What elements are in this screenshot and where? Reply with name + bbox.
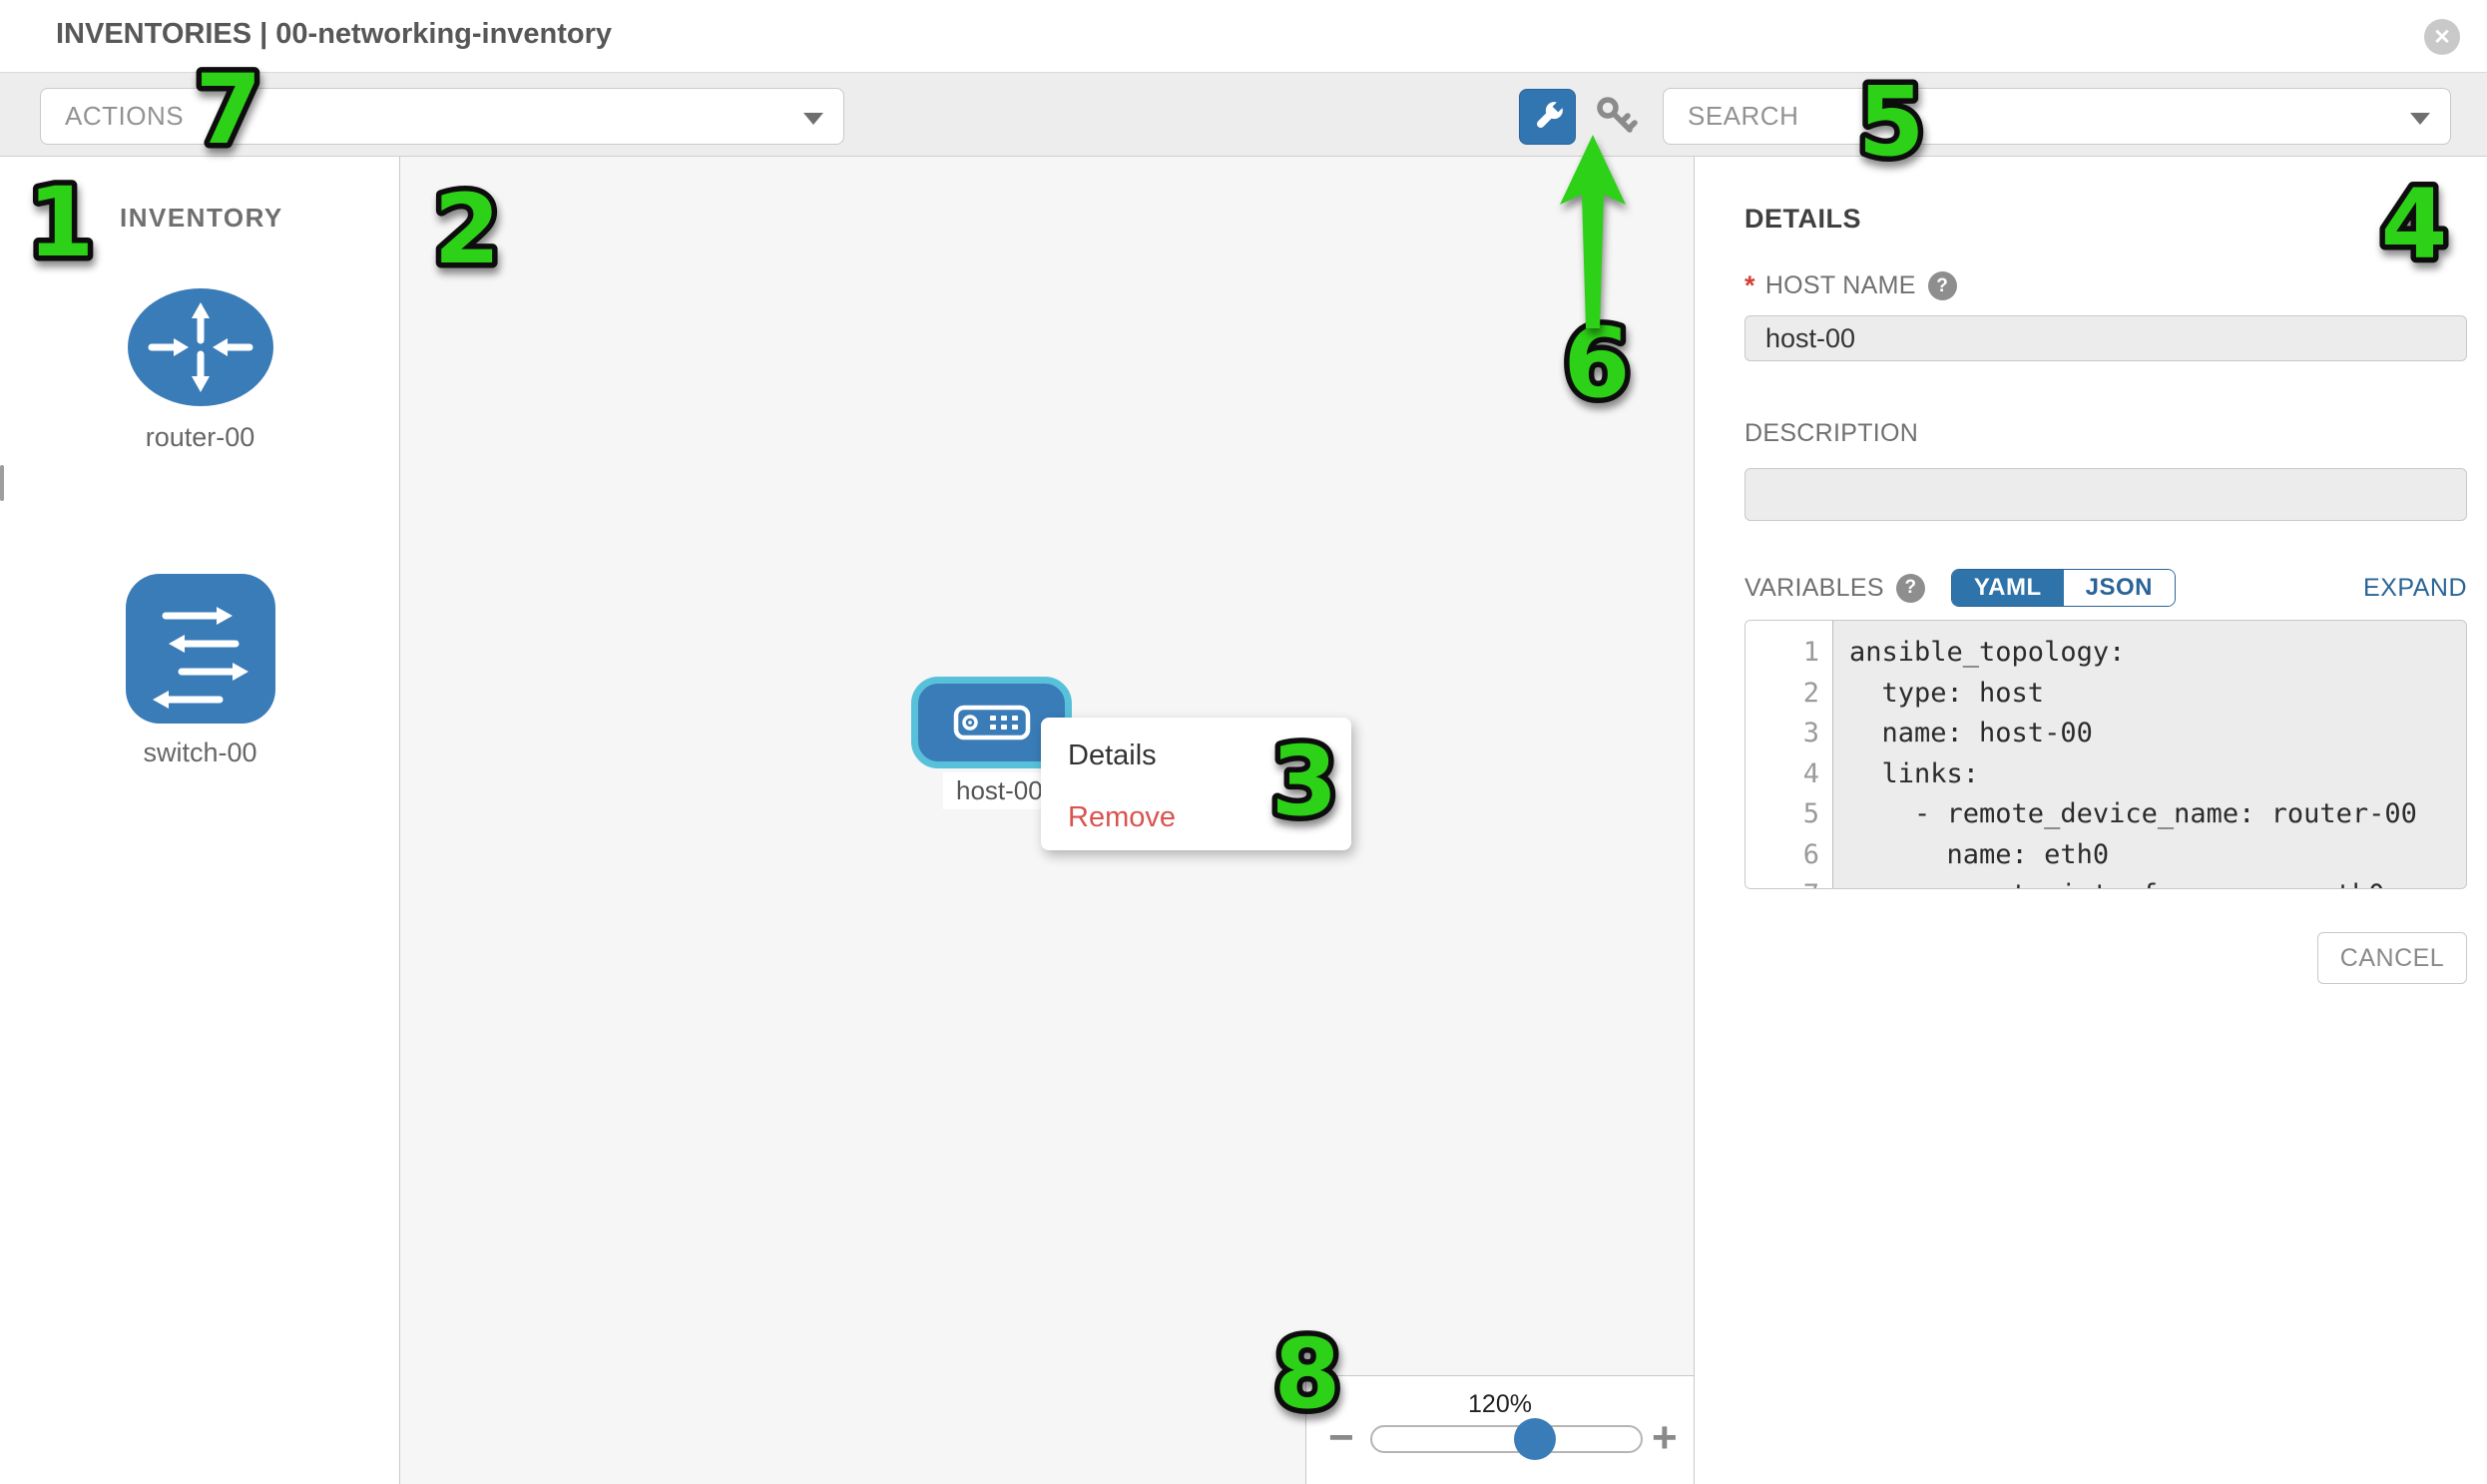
credentials-key-button[interactable] [1591, 93, 1641, 141]
variables-label: VARIABLES [1744, 574, 1884, 603]
line-number: 3 [1745, 714, 1832, 754]
host-node-label: host-00 [943, 772, 1056, 809]
description-label: DESCRIPTION [1744, 419, 1918, 448]
actions-dropdown[interactable]: ACTIONS [40, 88, 844, 145]
zoom-level-value: 120% [1306, 1390, 1694, 1419]
editor-line-numbers: 1 2 3 4 5 6 7 [1745, 621, 1833, 888]
context-menu-item-remove[interactable]: Remove [1041, 793, 1351, 842]
code-line: name: host-00 [1849, 714, 2466, 754]
host-icon [953, 705, 1031, 741]
editor-code-area[interactable]: ansible_topology: type: host name: host-… [1833, 621, 2466, 888]
cancel-row: CANCEL [1744, 932, 2467, 984]
router-icon [126, 286, 275, 408]
header: INVENTORIES | 00-networking-inventory ✕ [0, 0, 2487, 72]
page-title: INVENTORIES | 00-networking-inventory [56, 18, 612, 51]
variables-format-toggle: YAML JSON [1951, 569, 2176, 607]
zoom-in-icon[interactable]: + [1652, 1416, 1678, 1460]
host-name-label: HOST NAME [1765, 271, 1916, 300]
device-label: router-00 [146, 422, 255, 453]
cancel-button[interactable]: CANCEL [2317, 932, 2467, 984]
sidebar-title: INVENTORY [120, 203, 283, 234]
line-number: 2 [1745, 674, 1832, 715]
inventory-topology-app: INVENTORIES | 00-networking-inventory ✕ … [0, 0, 2487, 1484]
sidebar-splitter-handle[interactable] [0, 465, 4, 501]
sidebar-item-router-00[interactable]: router-00 [0, 286, 400, 453]
search-dropdown-label: SEARCH [1688, 101, 1798, 132]
help-icon[interactable]: ? [1928, 271, 1957, 300]
switch-icon [126, 574, 275, 724]
code-line: remote_interface_name: eth0 [1849, 875, 2466, 889]
actions-dropdown-label: ACTIONS [65, 101, 184, 132]
host-name-label-row: * HOST NAME ? [1744, 270, 2466, 301]
code-line: - remote_device_name: router-00 [1849, 794, 2466, 835]
line-number: 7 [1745, 875, 1832, 889]
close-icon[interactable]: ✕ [2424, 19, 2460, 55]
toolbar: ACTIONS SEARCH [0, 72, 2487, 157]
description-label-row: DESCRIPTION [1744, 419, 2466, 448]
zoom-slider[interactable] [1370, 1425, 1643, 1453]
toolbar-tools-button[interactable] [1519, 89, 1576, 145]
zoom-slider-thumb[interactable] [1514, 1418, 1556, 1460]
search-dropdown[interactable]: SEARCH [1663, 88, 2451, 145]
key-icon [1592, 93, 1640, 141]
topology-canvas[interactable]: host-00 Details Remove 120% − + [400, 157, 1694, 1484]
expand-link[interactable]: EXPAND [2363, 574, 2467, 603]
zoom-out-icon[interactable]: − [1328, 1416, 1354, 1460]
description-input[interactable] [1744, 468, 2467, 521]
required-asterisk: * [1744, 270, 1755, 301]
chevron-down-icon [2410, 113, 2430, 125]
zoom-control-panel: 120% − + [1305, 1375, 1695, 1484]
chevron-down-icon [803, 113, 823, 125]
code-line: name: eth0 [1849, 835, 2466, 876]
wrench-icon [1528, 97, 1568, 137]
device-label: switch-00 [143, 738, 256, 768]
line-number: 6 [1745, 835, 1832, 876]
variables-row: VARIABLES ? YAML JSON EXPAND [1744, 569, 2467, 607]
details-panel: DETAILS * HOST NAME ? DESCRIPTION VARIAB… [1694, 157, 2487, 1484]
line-number: 5 [1745, 794, 1832, 835]
details-title: DETAILS [1744, 204, 2466, 235]
line-number: 1 [1745, 633, 1832, 674]
help-icon[interactable]: ? [1896, 574, 1925, 603]
code-line: ansible_topology: [1849, 633, 2466, 674]
sidebar-item-switch-00[interactable]: switch-00 [0, 574, 400, 768]
code-line: type: host [1849, 674, 2466, 715]
inventory-sidebar: INVENTORY router-00 [0, 157, 400, 1484]
json-toggle-button[interactable]: JSON [2064, 570, 2175, 606]
node-context-menu: Details Remove [1041, 718, 1351, 850]
host-name-input[interactable] [1744, 315, 2467, 361]
code-line: links: [1849, 754, 2466, 795]
context-menu-item-details[interactable]: Details [1041, 732, 1351, 780]
yaml-toggle-button[interactable]: YAML [1952, 570, 2064, 606]
variables-editor: 1 2 3 4 5 6 7 ansible_topology: type: ho… [1744, 620, 2467, 889]
line-number: 4 [1745, 754, 1832, 795]
